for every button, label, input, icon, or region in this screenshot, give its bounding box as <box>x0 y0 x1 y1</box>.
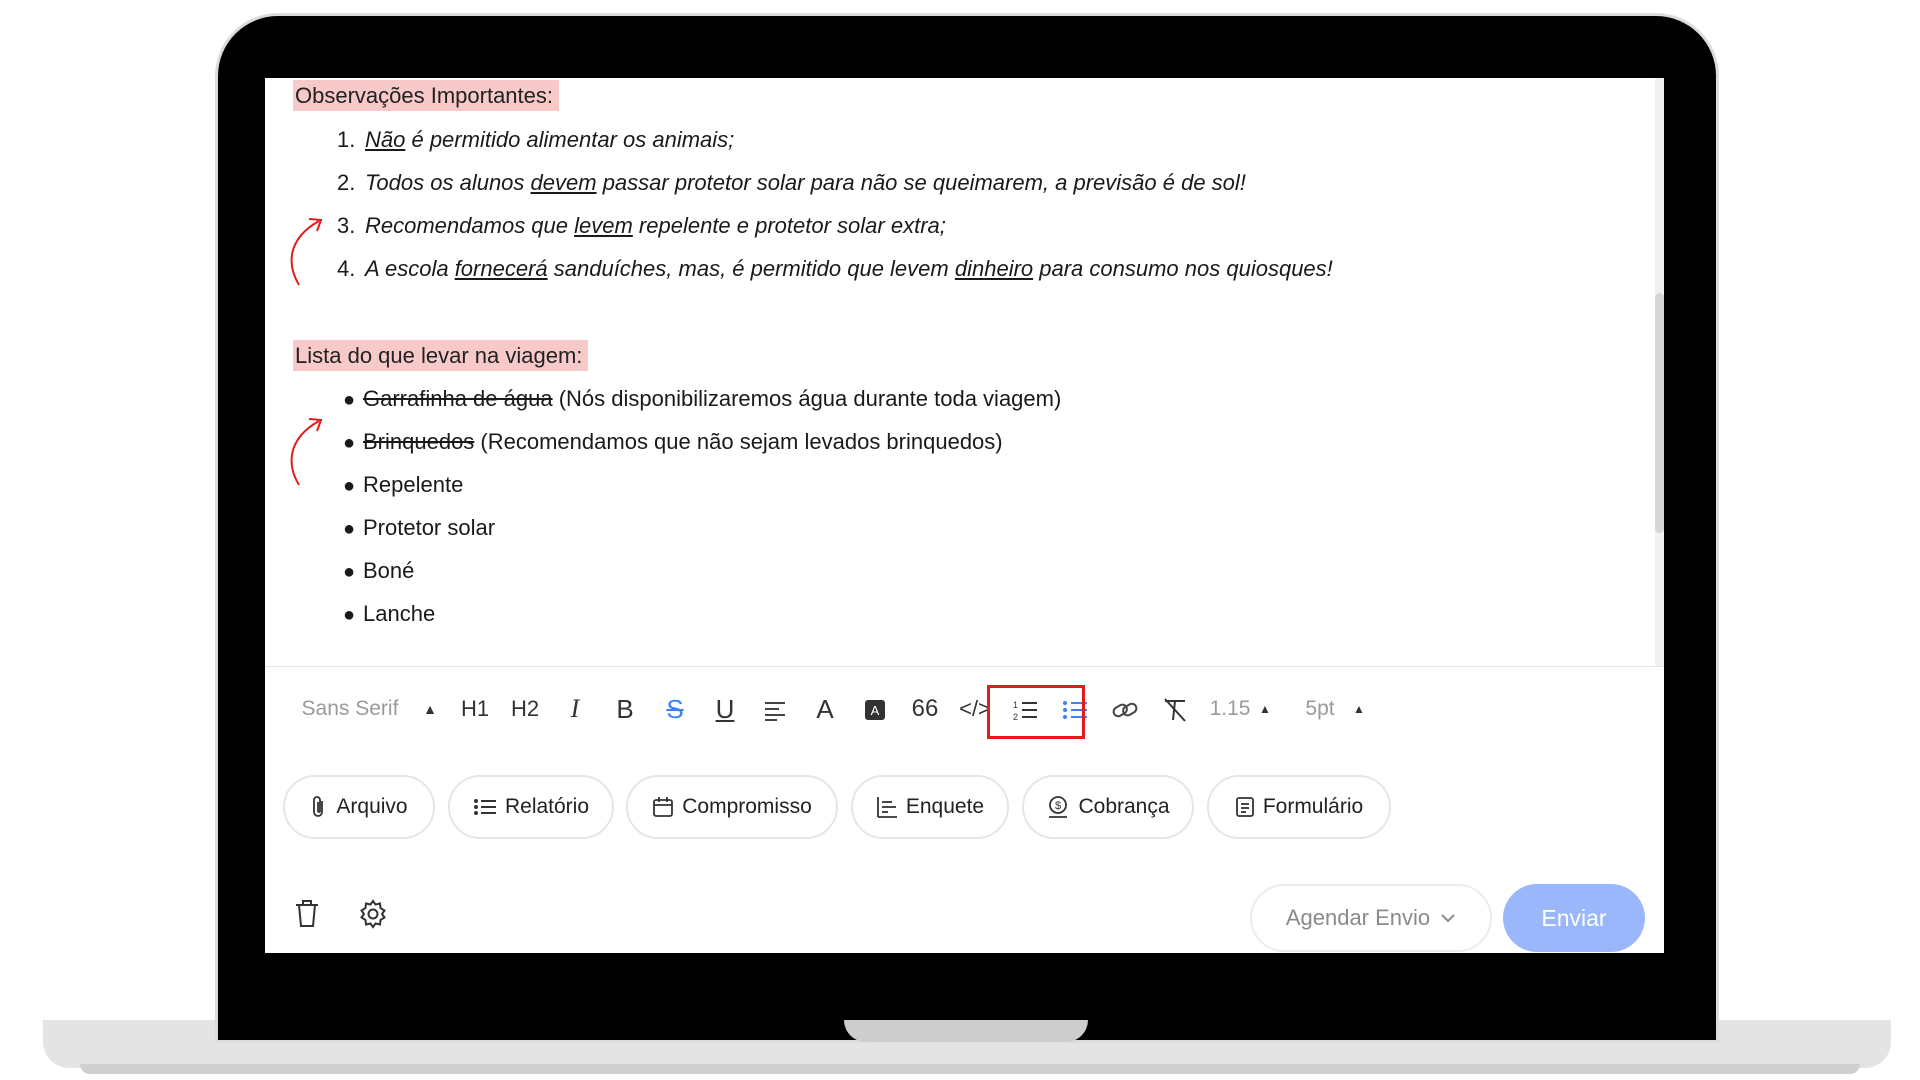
message-composer: Observações Importantes: 1. Não é permiti… <box>265 78 1664 953</box>
item-text: sanduíches, mas, é permitido que levem <box>547 256 955 281</box>
item-text: é permitido alimentar os animais; <box>405 127 735 152</box>
heading2-button[interactable]: H2 <box>505 684 545 734</box>
item-number: 3. <box>337 213 356 238</box>
item-text: passar protetor solar para não se queima… <box>596 170 1246 195</box>
formatting-toolbar: Sans Serif ▲ H1 H2 I B S U A A 66 </> 12… <box>265 684 1664 734</box>
item-text: Recomendamos que <box>365 213 575 238</box>
schedule-send-label: Agendar Envio <box>1285 905 1431 930</box>
bullet-icon: ● <box>343 389 356 411</box>
line-height-stepper-icon[interactable]: ▲ <box>1257 684 1273 734</box>
font-family-stepper-icon[interactable]: ▲ <box>420 684 440 734</box>
heading1-button[interactable]: H1 <box>455 684 495 734</box>
font-size-stepper-icon[interactable]: ▲ <box>1351 684 1367 734</box>
bullet-icon: ● <box>343 518 356 540</box>
svg-text:A: A <box>871 703 880 718</box>
curved-arrow-icon <box>290 418 323 486</box>
underlined-text: Não <box>365 127 406 152</box>
underline-icon[interactable]: U <box>705 684 745 734</box>
item-number: 4. <box>337 256 356 281</box>
trash-icon[interactable] <box>291 898 323 930</box>
section-title-lista: Lista do que levar na viagem: <box>293 340 589 371</box>
attach-file-label: Arquivo <box>336 795 408 818</box>
text-color-icon[interactable]: A <box>805 684 845 734</box>
bullet-item: ● Lanche <box>343 599 435 629</box>
strikethrough-text: Garrafinha de água <box>363 386 553 411</box>
bullet-item: ● Repelente <box>343 470 463 500</box>
underlined-text: fornecerá <box>454 256 548 281</box>
underlined-text: levem <box>574 213 633 238</box>
numbered-item: 2. Todos os alunos devem passar protetor … <box>337 168 1246 198</box>
item-text: para consumo nos quiosques! <box>1033 256 1333 281</box>
form-icon <box>1235 797 1254 817</box>
appointment-label: Compromisso <box>682 795 812 818</box>
laptop-foot <box>80 1064 1860 1074</box>
item-text: A escola <box>365 256 455 281</box>
gear-icon[interactable] <box>357 898 389 930</box>
strikethrough-icon[interactable]: S <box>655 684 695 734</box>
report-label: Relatório <box>504 795 590 818</box>
editor-content[interactable]: Observações Importantes: 1. Não é permiti… <box>265 78 1655 666</box>
scrollbar-thumb[interactable] <box>1655 293 1664 533</box>
clear-format-icon[interactable] <box>1155 684 1195 734</box>
font-size-select[interactable]: 5pt <box>1295 684 1345 734</box>
bullet-icon: ● <box>343 432 356 454</box>
calendar-icon <box>653 797 674 817</box>
item-text: Todos os alunos <box>365 170 531 195</box>
underlined-text: devem <box>530 170 597 195</box>
send-button[interactable]: Enviar <box>1503 884 1645 952</box>
bullet-item: ● Boné <box>343 556 414 586</box>
paperclip-icon <box>313 796 324 817</box>
svg-text:$: $ <box>1055 800 1061 812</box>
attach-file-button[interactable]: Arquivo <box>283 775 435 839</box>
bold-icon[interactable]: B <box>605 684 645 734</box>
blockquote-icon[interactable]: 66 <box>905 684 945 734</box>
underlined-text: dinheiro <box>954 256 1034 281</box>
coin-icon: $ <box>1049 796 1068 818</box>
form-button[interactable]: Formulário <box>1207 775 1391 839</box>
item-text: (Recomendamos que não sejam levados brin… <box>474 429 1003 454</box>
poll-label: Enquete <box>905 795 985 818</box>
numbered-item: 3. Recomendamos que levem repelente e pro… <box>337 211 946 241</box>
chevron-down-icon <box>1441 914 1455 923</box>
item-text: Lanche <box>363 601 436 626</box>
billing-button[interactable]: $ Cobrança <box>1022 775 1194 839</box>
item-number: 1. <box>337 127 356 152</box>
report-button[interactable]: Relatório <box>448 775 614 839</box>
link-icon[interactable] <box>1105 684 1145 734</box>
item-number: 2. <box>337 170 356 195</box>
item-text: Boné <box>363 558 415 583</box>
item-text: Protetor solar <box>363 515 496 540</box>
bullet-icon: ● <box>343 604 356 626</box>
billing-label: Cobrança <box>1078 795 1170 818</box>
font-family-select[interactable]: Sans Serif <box>295 684 405 734</box>
line-height-select[interactable]: 1.15 <box>1205 684 1255 734</box>
toolbar-divider <box>265 666 1664 667</box>
schedule-send-button[interactable]: Agendar Envio <box>1250 884 1492 952</box>
section-title-observacoes: Observações Importantes: <box>293 80 560 111</box>
item-text: Repelente <box>363 472 464 497</box>
list-icon <box>473 799 496 815</box>
strikethrough-text: Brinquedos <box>363 429 475 454</box>
highlight-color-icon[interactable]: A <box>855 684 895 734</box>
numbered-item: 1. Não é permitido alimentar os animais; <box>337 125 734 155</box>
item-text: (Nós disponibilizaremos água durante tod… <box>552 386 1062 411</box>
numbered-item: 4. A escola fornecerá sanduíches, mas, é … <box>337 254 1333 284</box>
bullet-item: ● Garrafinha de água (Nós disponibilizare… <box>343 384 1061 414</box>
form-label: Formulário <box>1262 795 1364 818</box>
laptop-notch <box>844 1020 1088 1042</box>
list-buttons-highlight-box <box>987 685 1085 739</box>
italic-icon[interactable]: I <box>555 684 595 734</box>
bullet-item: ● Protetor solar <box>343 513 495 543</box>
item-text: repelente e protetor solar extra; <box>632 213 946 238</box>
align-left-icon[interactable] <box>755 684 795 734</box>
appointment-button[interactable]: Compromisso <box>626 775 838 839</box>
bullet-icon: ● <box>343 475 356 497</box>
bullet-item: ● Brinquedos (Recomendamos que não sejam … <box>343 427 1003 457</box>
scrollbar-track[interactable] <box>1655 78 1664 666</box>
poll-icon <box>876 797 897 818</box>
curved-arrow-icon <box>290 218 323 286</box>
poll-button[interactable]: Enquete <box>851 775 1009 839</box>
bullet-icon: ● <box>343 561 356 583</box>
